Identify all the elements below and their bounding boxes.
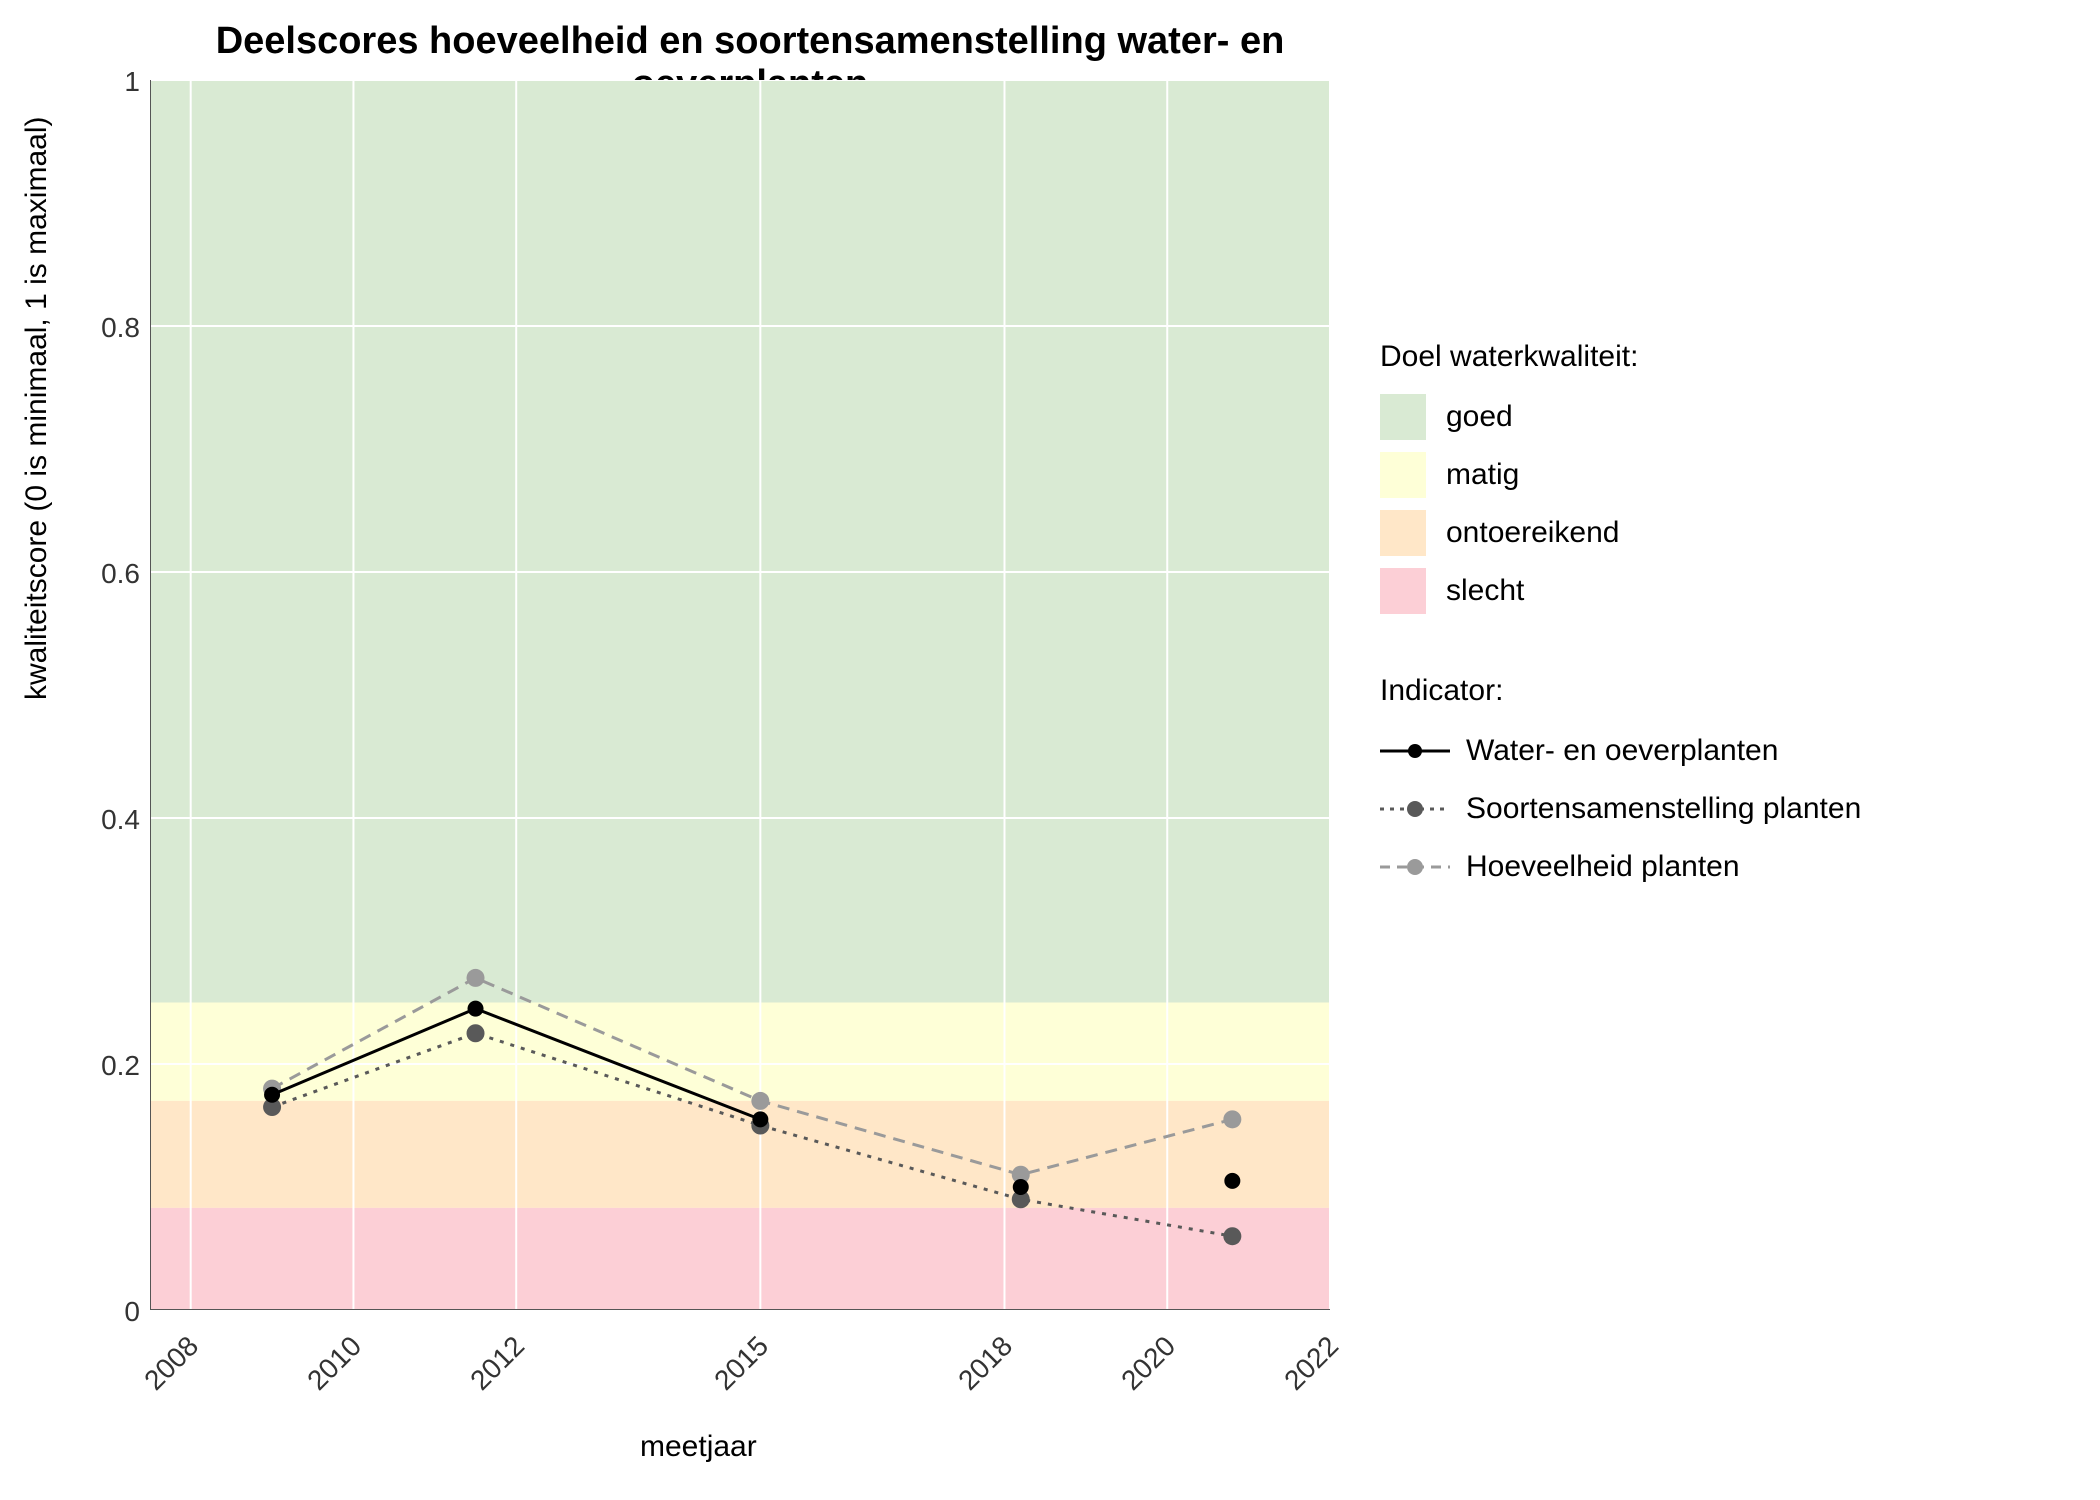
x-tick-label: 2020 bbox=[1115, 1330, 1182, 1397]
legend-label: Water- en oeverplanten bbox=[1466, 734, 1778, 768]
legend-item-matig: matig bbox=[1380, 450, 1861, 500]
y-tick-label: 0 bbox=[80, 1296, 140, 1328]
swatch-goed bbox=[1380, 394, 1426, 440]
legend-line-icon bbox=[1380, 852, 1450, 882]
legend-item-series-1: Soortensamenstelling planten bbox=[1380, 784, 1861, 834]
x-tick-label: 2018 bbox=[952, 1330, 1019, 1397]
legend: Doel waterkwaliteit: goed matig ontoerei… bbox=[1380, 340, 1861, 900]
legend-label: Hoeveelheid planten bbox=[1466, 850, 1740, 884]
legend-item-goed: goed bbox=[1380, 392, 1861, 442]
y-tick-label: 0.6 bbox=[80, 558, 140, 590]
legend-label: matig bbox=[1446, 458, 1519, 492]
band-slecht bbox=[150, 1208, 1330, 1310]
y-tick-label: 1 bbox=[80, 66, 140, 98]
legend-line-icon bbox=[1380, 794, 1450, 824]
chart-container: Deelscores hoeveelheid en soortensamenst… bbox=[0, 0, 2100, 1500]
legend-quality-title: Doel waterkwaliteit: bbox=[1380, 340, 1861, 374]
band-goed bbox=[150, 80, 1330, 1003]
band-ontoereikend bbox=[150, 1101, 1330, 1208]
legend-item-series-2: Hoeveelheid planten bbox=[1380, 842, 1861, 892]
legend-label: slecht bbox=[1446, 574, 1524, 608]
x-tick-label: 2012 bbox=[464, 1330, 531, 1397]
x-axis-label: meetjaar bbox=[640, 1430, 757, 1464]
y-tick-label: 0.8 bbox=[80, 312, 140, 344]
swatch-ontoereikend bbox=[1380, 510, 1426, 556]
swatch-matig bbox=[1380, 452, 1426, 498]
legend-label: goed bbox=[1446, 400, 1513, 434]
swatch-slecht bbox=[1380, 568, 1426, 614]
legend-item-series-0: Water- en oeverplanten bbox=[1380, 726, 1861, 776]
legend-item-slecht: slecht bbox=[1380, 566, 1861, 616]
legend-label: Soortensamenstelling planten bbox=[1466, 792, 1861, 826]
x-tick-label: 2008 bbox=[138, 1330, 205, 1397]
y-axis-label: kwaliteitscore (0 is minimaal, 1 is maxi… bbox=[20, 117, 54, 700]
x-tick-label: 2015 bbox=[708, 1330, 775, 1397]
legend-indicator-title: Indicator: bbox=[1380, 674, 1861, 708]
y-tick-label: 0.4 bbox=[80, 804, 140, 836]
x-tick-label: 2010 bbox=[301, 1330, 368, 1397]
x-tick-label: 2022 bbox=[1278, 1330, 1345, 1397]
legend-label: ontoereikend bbox=[1446, 516, 1619, 550]
legend-line-icon bbox=[1380, 736, 1450, 766]
legend-item-ontoereikend: ontoereikend bbox=[1380, 508, 1861, 558]
plot-area bbox=[150, 80, 1330, 1310]
y-tick-label: 0.2 bbox=[80, 1050, 140, 1082]
